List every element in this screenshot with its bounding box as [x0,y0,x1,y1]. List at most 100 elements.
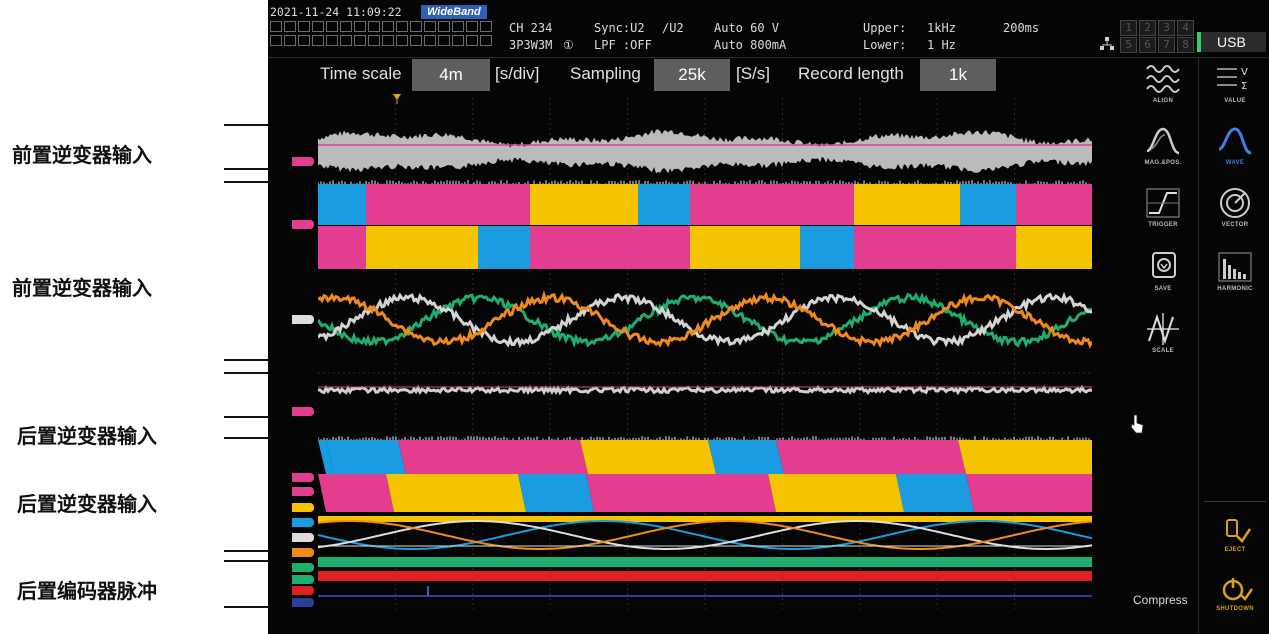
sync-label-2: /U2 [662,21,684,35]
channel-number-box-4: 4 [1177,20,1194,36]
trigger-label: TRIGGER [1148,222,1178,228]
channel-indicator-cell [312,21,324,32]
save-button[interactable]: SAVE [1132,247,1194,307]
instrument-screen: 2021-11-24 11:09:22 WideBand CH 234 3P3W… [268,0,1269,634]
channel-marker[interactable] [292,473,314,482]
pwm-segment [366,184,530,225]
usb-indicator[interactable]: USB [1197,32,1266,52]
annotation-panel: 前置逆变器输入 前置逆变器输入 后置逆变器输入 后置逆变器输入 后置编码器脉冲 [0,0,270,634]
channel-number-box-2: 2 [1139,20,1156,36]
svg-text:Σ: Σ [1241,81,1247,92]
channel-marker[interactable] [292,586,314,595]
channel-marker[interactable] [292,315,314,324]
mouse-pointer-icon [1129,413,1145,439]
vector-button[interactable]: VECTOR [1204,183,1266,243]
record-length-field[interactable]: 1k [920,59,996,91]
label-rear-encoder: 后置编码器脉冲 [17,579,157,603]
channel-marker[interactable] [292,407,314,416]
channel-marker[interactable] [292,575,314,584]
shutdown-icon [1222,578,1254,601]
period-value: 200ms [1003,21,1040,35]
waveform-trace-u2 [318,384,1092,396]
vector-label: VECTOR [1221,222,1249,228]
channel-marker[interactable] [292,487,314,496]
channel-indicator-cell [340,35,352,46]
channel-indicator-cell [270,35,282,46]
harmonic-button[interactable]: HARMONIC [1204,247,1266,307]
upper-label: Upper: [863,21,907,35]
channel-indicator-cell [354,35,366,46]
lpf-label: LPF :OFF [594,38,652,52]
harmonic-icon [1218,252,1252,282]
bracket-front-inverter-2 [224,181,270,361]
datetime: 2021-11-24 11:09:22 [270,5,402,19]
channel-indicator-cell [396,35,408,46]
wiring-number: ① [563,38,574,52]
pwm-segment [318,184,366,225]
mag-pos-label: MAG.&POS. [1144,160,1182,166]
channel-number-box-7: 7 [1158,37,1175,53]
channel-indicator-cell [480,35,492,46]
channel-indicator-cell [410,35,422,46]
scale-button[interactable]: SCALE [1132,309,1194,369]
pwm-segment [776,440,966,474]
channel-number-box-8: 8 [1177,37,1194,53]
wave-button[interactable]: WAVE [1204,121,1266,181]
pwm-segment [398,440,588,474]
channel-marker[interactable] [292,503,314,512]
pwm-segment [478,226,530,269]
channel-indicator-cell [354,21,366,32]
pwm-segment [768,474,904,512]
channel-number-box-6: 6 [1139,37,1156,53]
value-label: VALUE [1224,98,1246,104]
channel-indicator-cell [452,21,464,32]
label-rear-inverter-2: 后置逆变器输入 [17,492,157,516]
channel-marker[interactable] [292,518,314,527]
pwm-segment [318,226,366,269]
channel-marker[interactable] [292,563,314,572]
channel-indicator-cell [312,35,324,46]
bracket-rear-encoder [224,560,270,608]
pwm-segment [386,474,526,512]
channel-indicator-cell [326,21,338,32]
eject-label: EJECT [1224,547,1246,553]
pwm-segment [580,440,716,474]
mag-pos-button[interactable]: MAG.&POS. [1132,121,1194,181]
waveform-trace-u1 [318,129,1092,174]
channel-number-box-1: 1 [1120,20,1137,36]
value-icon: VΣ [1217,67,1248,92]
harmonic-label: HARMONIC [1217,286,1253,292]
mag-pos-icon [1146,127,1180,155]
shutdown-button[interactable]: SHUTDOWN [1204,573,1266,633]
channel-indicator-cell [424,21,436,32]
channel-marker[interactable] [292,598,314,607]
channel-label: CH 234 [509,21,553,35]
eject-button[interactable]: EJECT [1204,514,1266,574]
shutdown-label: SHUTDOWN [1216,606,1254,612]
align-icon [1146,65,1180,93]
value-button[interactable]: VΣ VALUE [1204,59,1266,119]
time-scale-field[interactable]: 4m [412,59,490,91]
pwm-segment [530,184,638,225]
channel-marker[interactable] [292,533,314,542]
waveform-display[interactable] [318,98,1092,609]
pwm-segment [896,474,974,512]
panel-divider-bottom [1204,501,1266,502]
sync-label: Sync:U2 [594,21,645,35]
channel-marker[interactable] [292,548,314,557]
scale-icon [1147,313,1179,345]
compress-label[interactable]: Compress [1133,593,1188,607]
sampling-field[interactable]: 25k [654,59,730,91]
usb-label: USB [1217,34,1246,50]
pwm-segment [366,226,478,269]
range-current: Auto 800mA [714,38,787,52]
align-button[interactable]: ALIGN [1132,59,1194,119]
pwm-segment [318,474,394,512]
channel-indicator-cell [326,35,338,46]
channel-marker[interactable] [292,220,314,229]
pwm-segment [800,226,854,269]
trigger-button[interactable]: TRIGGER [1132,183,1194,243]
align-label: ALIGN [1152,98,1174,104]
channel-marker[interactable] [292,157,314,166]
label-rear-inverter-1: 后置逆变器输入 [17,424,157,448]
